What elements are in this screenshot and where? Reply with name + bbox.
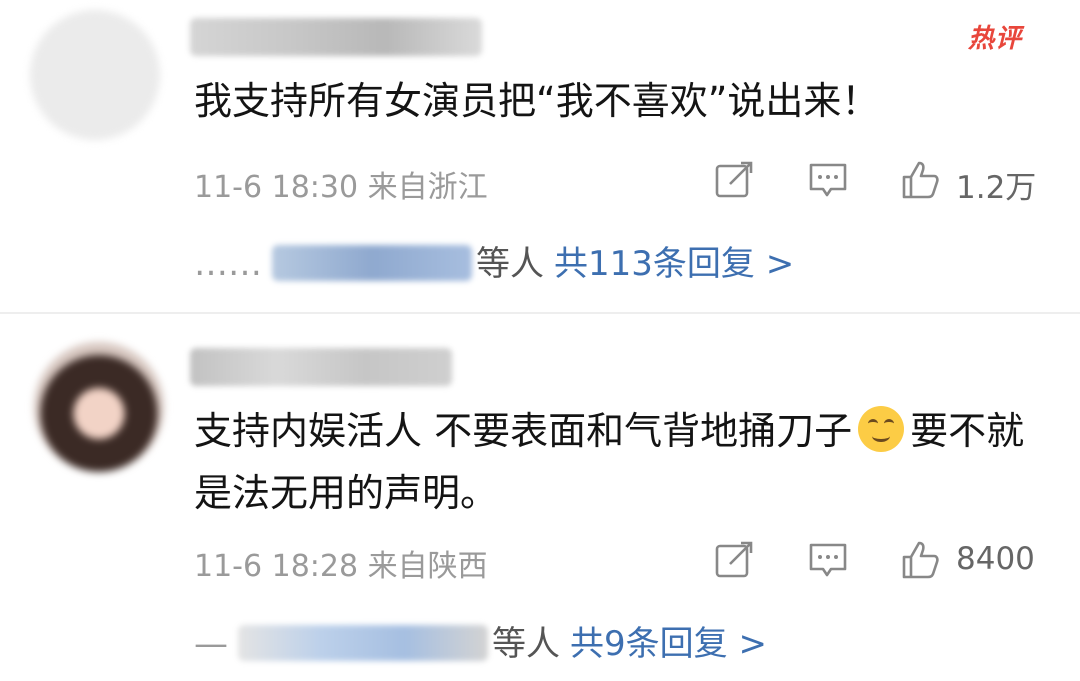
thumbs-up-icon[interactable] [900, 160, 940, 200]
like-count: 8400 [956, 541, 1035, 577]
thumbs-up-icon[interactable] [900, 540, 940, 580]
reply-user-blurred [272, 245, 472, 281]
comment-icon[interactable] [808, 160, 848, 200]
replies-total[interactable]: 共113条回复 > [554, 244, 794, 284]
replies-link[interactable]: …… 等人 共113条回复 > [194, 236, 794, 285]
like-count: 1.2万 [956, 170, 1037, 206]
share-icon[interactable] [714, 160, 754, 200]
comment-meta: 11-6 18:30 来自浙江 [194, 170, 488, 205]
replies-link[interactable]: — 等人 共9条回复 > [194, 616, 767, 665]
comment-text: 支持内娱活人 不要表面和气背地捅刀子 要不就是法无用的声明。 [194, 400, 1054, 524]
hot-comment-badge: 热评 [968, 24, 1023, 54]
reply-user-blurred [238, 625, 488, 661]
avatar[interactable] [30, 10, 160, 140]
avatar[interactable] [34, 342, 164, 472]
comment-item: 热评 我支持所有女演员把“我不喜欢”说出来！ 11-6 18:30 来自浙江 1… [0, 0, 1080, 312]
comment-item: 支持内娱活人 不要表面和气背地捅刀子 要不就是法无用的声明。 11-6 18:28… [0, 314, 1080, 681]
comment-text-part: 支持内娱活人 不要表面和气背地捅刀子 [194, 409, 853, 453]
comment-meta: 11-6 18:28 来自陕西 [194, 549, 488, 584]
smile-emoji-icon [858, 406, 905, 452]
replies-prefix: …… [194, 244, 262, 284]
replies-prefix: — [194, 624, 228, 664]
replies-suffix: 等人 [492, 624, 560, 664]
replies-total[interactable]: 共9条回复 > [570, 624, 767, 664]
share-icon[interactable] [714, 540, 754, 580]
replies-suffix: 等人 [476, 244, 544, 284]
comment-text: 我支持所有女演员把“我不喜欢”说出来！ [194, 79, 880, 123]
comment-icon[interactable] [808, 540, 848, 580]
username-blurred[interactable] [190, 348, 452, 386]
username-blurred[interactable] [190, 18, 482, 56]
